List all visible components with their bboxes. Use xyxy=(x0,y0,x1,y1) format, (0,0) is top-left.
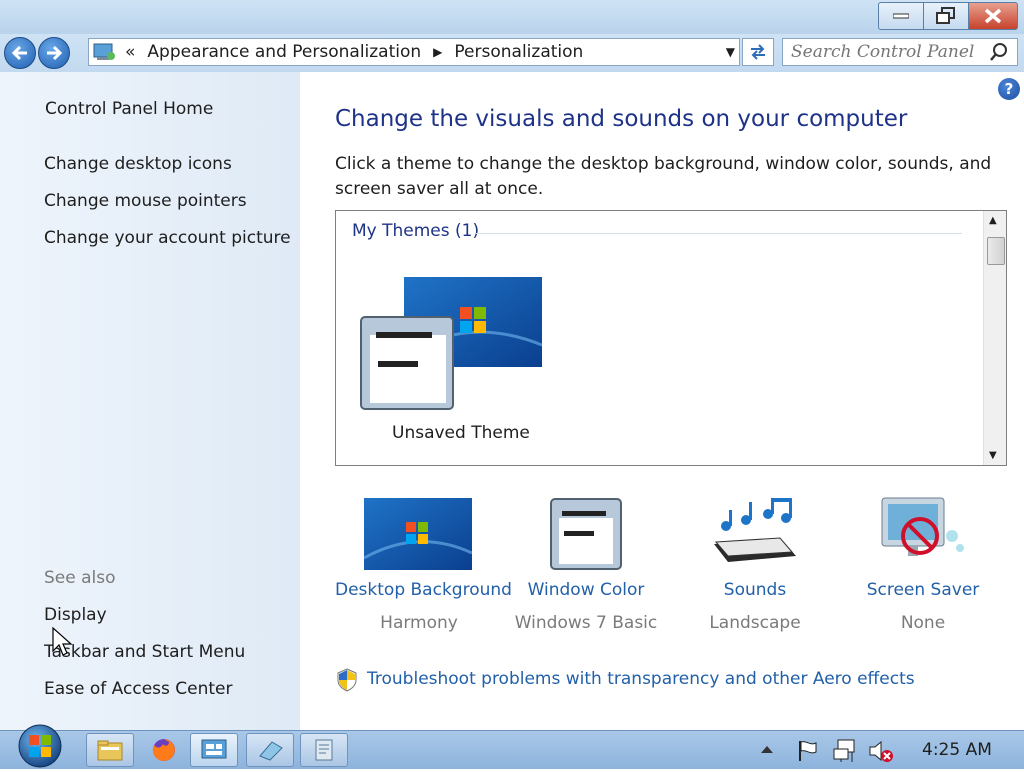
close-icon xyxy=(984,8,1002,24)
search-input[interactable] xyxy=(783,41,989,63)
start-button[interactable] xyxy=(14,724,64,768)
breadcrumb-appearance[interactable]: Appearance and Personalization xyxy=(147,42,421,62)
themes-scrollbar[interactable]: ▲ ▼ xyxy=(983,211,1006,465)
back-button[interactable] xyxy=(4,37,36,69)
refresh-button[interactable] xyxy=(742,38,774,66)
sounds-icon xyxy=(714,498,796,562)
eraser-icon xyxy=(259,741,283,761)
page-description: Click a theme to change the desktop back… xyxy=(335,154,992,199)
window-color-icon xyxy=(550,498,622,570)
taskbar-explorer-button[interactable] xyxy=(86,733,134,767)
scroll-down-icon[interactable]: ▼ xyxy=(989,450,997,461)
desktop-background-icon xyxy=(363,498,473,570)
theme-name[interactable]: Unsaved Theme xyxy=(392,423,530,443)
sounds-tile[interactable] xyxy=(712,496,798,570)
firefox-icon xyxy=(152,739,175,761)
troubleshoot-link[interactable]: Troubleshoot problems with transparency … xyxy=(367,669,915,689)
network-icon[interactable] xyxy=(832,737,858,763)
theme-preview-icon xyxy=(360,277,543,410)
control-panel-icon xyxy=(201,739,227,759)
window-color-link[interactable]: Window Color xyxy=(508,580,664,600)
sidebar: Control Panel Home Change desktop icons … xyxy=(0,72,300,730)
notepad-icon xyxy=(315,739,333,761)
change-mouse-pointers-link[interactable]: Change mouse pointers xyxy=(44,191,247,211)
show-hidden-icons-icon[interactable] xyxy=(760,743,774,755)
taskbar-clock[interactable]: 4:25 AM xyxy=(922,740,992,760)
see-also-heading: See also xyxy=(44,568,116,588)
scroll-up-icon[interactable]: ▲ xyxy=(989,215,997,226)
taskbar-control-panel-button[interactable] xyxy=(190,733,238,767)
window-controls xyxy=(878,2,1018,30)
taskbar-firefox-button[interactable] xyxy=(140,733,188,767)
windows-start-icon xyxy=(18,724,62,768)
group-divider xyxy=(476,233,962,234)
desktop-background-link[interactable]: Desktop Background xyxy=(335,580,512,600)
page-title: Change the visuals and sounds on your co… xyxy=(335,106,908,132)
display-link[interactable]: Display xyxy=(44,605,107,625)
address-dropdown-icon[interactable]: ▼ xyxy=(726,45,735,59)
shield-icon xyxy=(337,668,357,692)
search-icon[interactable] xyxy=(989,42,1009,62)
breadcrumb-arrow-icon[interactable]: ▶ xyxy=(433,45,442,59)
help-icon[interactable]: ? xyxy=(998,78,1020,100)
back-arrow-icon xyxy=(11,45,27,61)
refresh-icon xyxy=(751,44,765,60)
ease-of-access-link[interactable]: Ease of Access Center xyxy=(44,679,233,699)
screen-saver-value: None xyxy=(900,613,946,633)
taskbar-app-button[interactable] xyxy=(246,733,294,767)
screen-saver-tile[interactable] xyxy=(878,496,968,570)
volume-muted-icon[interactable] xyxy=(868,739,894,763)
navigation-bar: « Appearance and Personalization ▶ Perso… xyxy=(0,34,1024,72)
desktop-background-tile[interactable] xyxy=(363,498,473,570)
breadcrumb-sep: « xyxy=(125,42,136,62)
change-account-picture-link[interactable]: Change your account picture xyxy=(44,228,291,248)
action-center-flag-icon[interactable] xyxy=(796,739,820,763)
scroll-thumb[interactable] xyxy=(987,237,1005,265)
folder-icon xyxy=(97,740,123,761)
control-panel-home-link[interactable]: Control Panel Home xyxy=(45,99,213,119)
taskbar-start-menu-link[interactable]: Taskbar and Start Menu xyxy=(44,642,245,662)
minimize-icon xyxy=(893,13,909,19)
change-desktop-icons-link[interactable]: Change desktop icons xyxy=(44,154,232,174)
themes-list: My Themes (1) Unsaved Theme ▲ ▼ xyxy=(335,210,1007,466)
minimize-button[interactable] xyxy=(878,2,924,30)
screen-saver-link[interactable]: Screen Saver xyxy=(863,580,983,600)
window-color-value: Windows 7 Basic xyxy=(514,613,658,633)
restore-button[interactable] xyxy=(924,2,969,30)
forward-button[interactable] xyxy=(38,37,70,69)
sounds-value: Landscape xyxy=(709,613,801,633)
taskbar xyxy=(0,730,1024,769)
title-bar xyxy=(0,0,1024,34)
forward-arrow-icon xyxy=(47,45,63,61)
my-themes-heading: My Themes (1) xyxy=(352,221,480,241)
sounds-link[interactable]: Sounds xyxy=(700,580,810,600)
close-button[interactable] xyxy=(969,2,1018,30)
search-box xyxy=(782,38,1018,66)
desktop-background-value: Harmony xyxy=(380,613,458,633)
address-bar[interactable]: « Appearance and Personalization ▶ Perso… xyxy=(88,38,740,66)
restore-icon xyxy=(936,7,955,24)
mouse-cursor-icon xyxy=(52,627,72,656)
screen-saver-icon xyxy=(881,497,964,556)
taskbar-notepad-button[interactable] xyxy=(300,733,348,767)
breadcrumb-personalization[interactable]: Personalization xyxy=(454,42,583,62)
control-panel-icon xyxy=(93,43,115,60)
window-color-tile[interactable] xyxy=(550,498,622,570)
